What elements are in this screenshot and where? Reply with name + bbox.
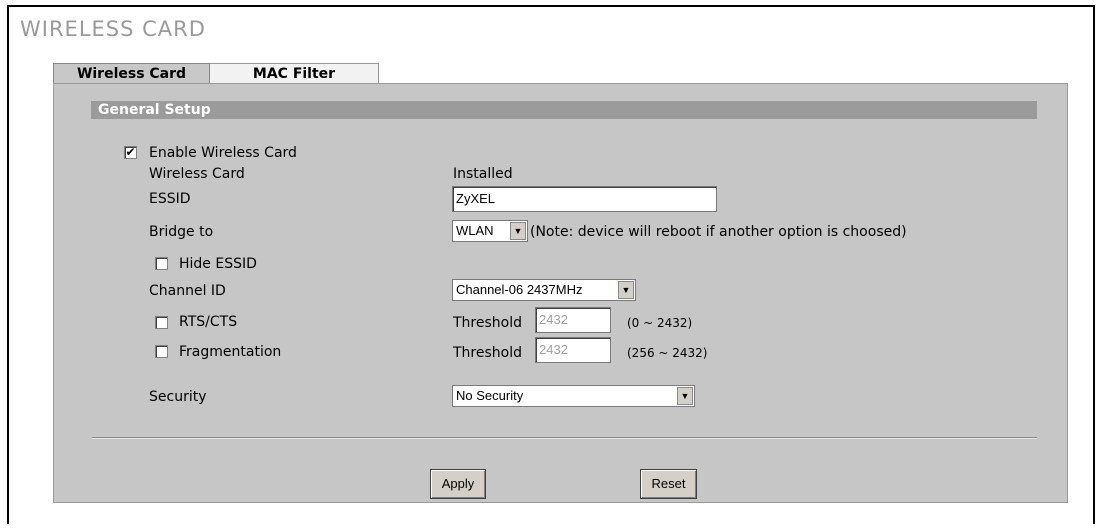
bridge-to-value: WLAN xyxy=(456,223,494,238)
security-label: Security xyxy=(149,389,207,405)
channel-id-value: Channel-06 2437MHz xyxy=(456,282,583,297)
wireless-card-label: Wireless Card xyxy=(149,166,245,182)
page-title: WIRELESS CARD xyxy=(20,17,206,41)
chevron-down-icon: ▼ xyxy=(618,281,634,299)
chevron-down-icon: ▼ xyxy=(510,222,526,240)
hide-essid-checkbox[interactable] xyxy=(155,257,168,270)
bridge-to-label: Bridge to xyxy=(149,224,214,240)
bridge-note: (Note: device will reboot if another opt… xyxy=(530,224,907,240)
fragmentation-threshold-label: Threshold xyxy=(453,345,522,361)
reset-button[interactable]: Reset xyxy=(640,469,697,499)
essid-input[interactable]: ZyXEL xyxy=(452,186,717,212)
security-value: No Security xyxy=(456,388,524,403)
divider xyxy=(92,437,1037,439)
rts-threshold-range: (0 ~ 2432) xyxy=(627,316,693,330)
rts-threshold-label: Threshold xyxy=(453,315,522,331)
channel-id-select[interactable]: Channel-06 2437MHz ▼ xyxy=(452,279,636,301)
rts-cts-label: RTS/CTS xyxy=(179,314,238,330)
tab-mac-filter[interactable]: MAC Filter xyxy=(210,63,379,83)
hide-essid-label: Hide ESSID xyxy=(179,256,257,272)
fragmentation-threshold-input[interactable]: 2432 xyxy=(535,337,611,363)
section-header: General Setup xyxy=(91,101,1037,119)
fragmentation-threshold-range: (256 ~ 2432) xyxy=(627,346,708,360)
check-icon: ✔ xyxy=(125,145,136,159)
enable-wireless-card-checkbox[interactable]: ✔ xyxy=(124,146,137,159)
security-select[interactable]: No Security ▼ xyxy=(452,385,695,407)
channel-id-label: Channel ID xyxy=(149,283,226,299)
enable-wireless-card-label: Enable Wireless Card xyxy=(149,145,297,161)
apply-button[interactable]: Apply xyxy=(430,469,486,499)
fragmentation-checkbox[interactable] xyxy=(155,345,168,358)
wireless-card-status: Installed xyxy=(453,166,513,182)
fragmentation-label: Fragmentation xyxy=(179,344,282,360)
essid-label: ESSID xyxy=(149,191,191,207)
tab-wireless-card[interactable]: Wireless Card xyxy=(53,63,210,83)
bridge-to-select[interactable]: WLAN ▼ xyxy=(452,220,528,242)
rts-threshold-input[interactable]: 2432 xyxy=(535,307,611,333)
rts-cts-checkbox[interactable] xyxy=(155,316,168,329)
chevron-down-icon: ▼ xyxy=(677,387,693,405)
